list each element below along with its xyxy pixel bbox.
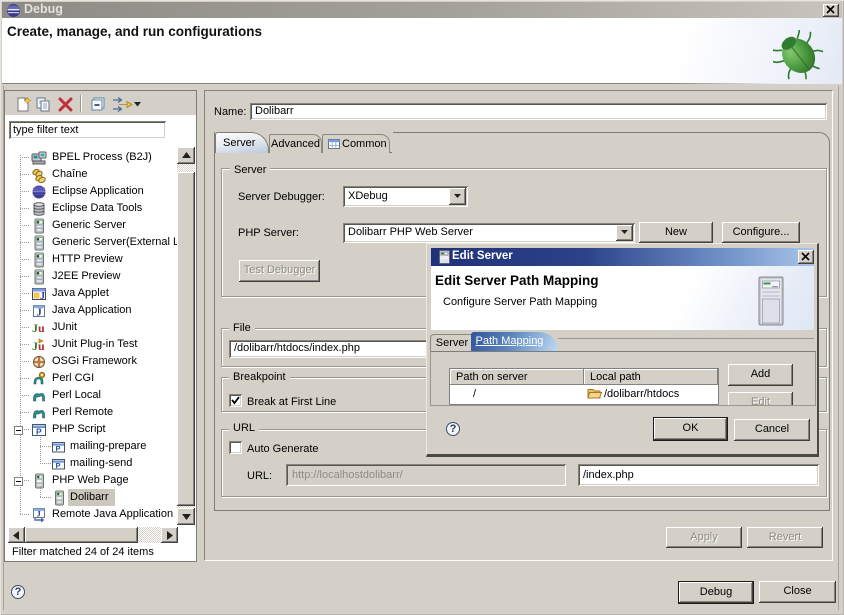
svg-text:P: P [56,444,61,453]
svg-text:J: J [37,308,42,319]
svg-text:P: P [36,427,42,437]
svg-text:J: J [40,291,45,302]
svg-text:u: u [38,321,45,335]
svg-text:P: P [56,461,61,470]
